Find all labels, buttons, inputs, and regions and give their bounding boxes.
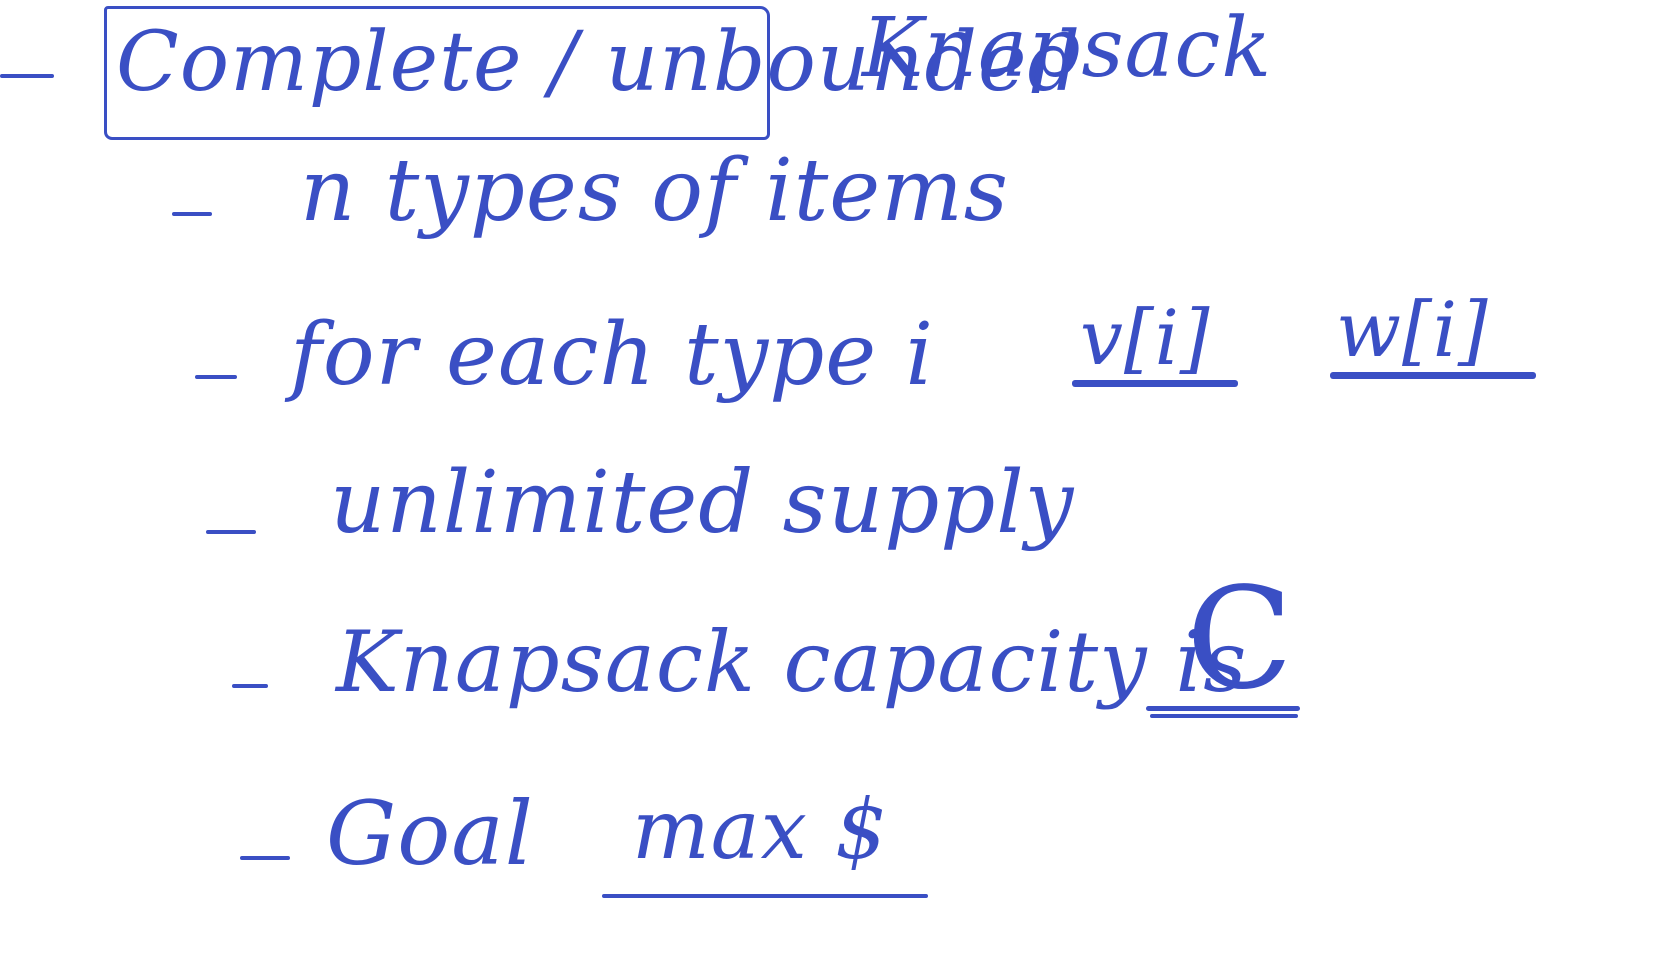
item-4-text: Knapsack capacity is (336, 613, 1248, 711)
item-2-tag-w: w[i] (1336, 285, 1489, 374)
whiteboard-page: Complete / unbounded Knapsack n types of… (0, 0, 1669, 979)
item-2-tag-v-underline (1072, 380, 1238, 387)
item-5-text: Goal (326, 782, 534, 885)
item-2-text: for each type i (290, 305, 935, 405)
item-2-tag-w-underline (1330, 372, 1536, 379)
item-5-value: max $ (632, 783, 889, 878)
item-5-dash (240, 856, 290, 860)
item-1-dash (172, 212, 212, 216)
item-3-dash (206, 530, 256, 534)
item-3-text: unlimited supply (330, 453, 1075, 553)
heading-rest-text: Knapsack (862, 1, 1273, 96)
item-2-dash (195, 375, 237, 379)
heading-dash (0, 74, 54, 78)
item-4-dash (232, 684, 268, 688)
item-4-value-underline (1146, 706, 1300, 711)
item-2-tag-v: v[i] (1080, 293, 1211, 382)
item-4-value: C (1186, 558, 1295, 721)
item-1-text: n types of items (300, 141, 1009, 241)
item-4-value-underline-2 (1150, 714, 1298, 718)
item-5-value-underline (602, 894, 928, 898)
